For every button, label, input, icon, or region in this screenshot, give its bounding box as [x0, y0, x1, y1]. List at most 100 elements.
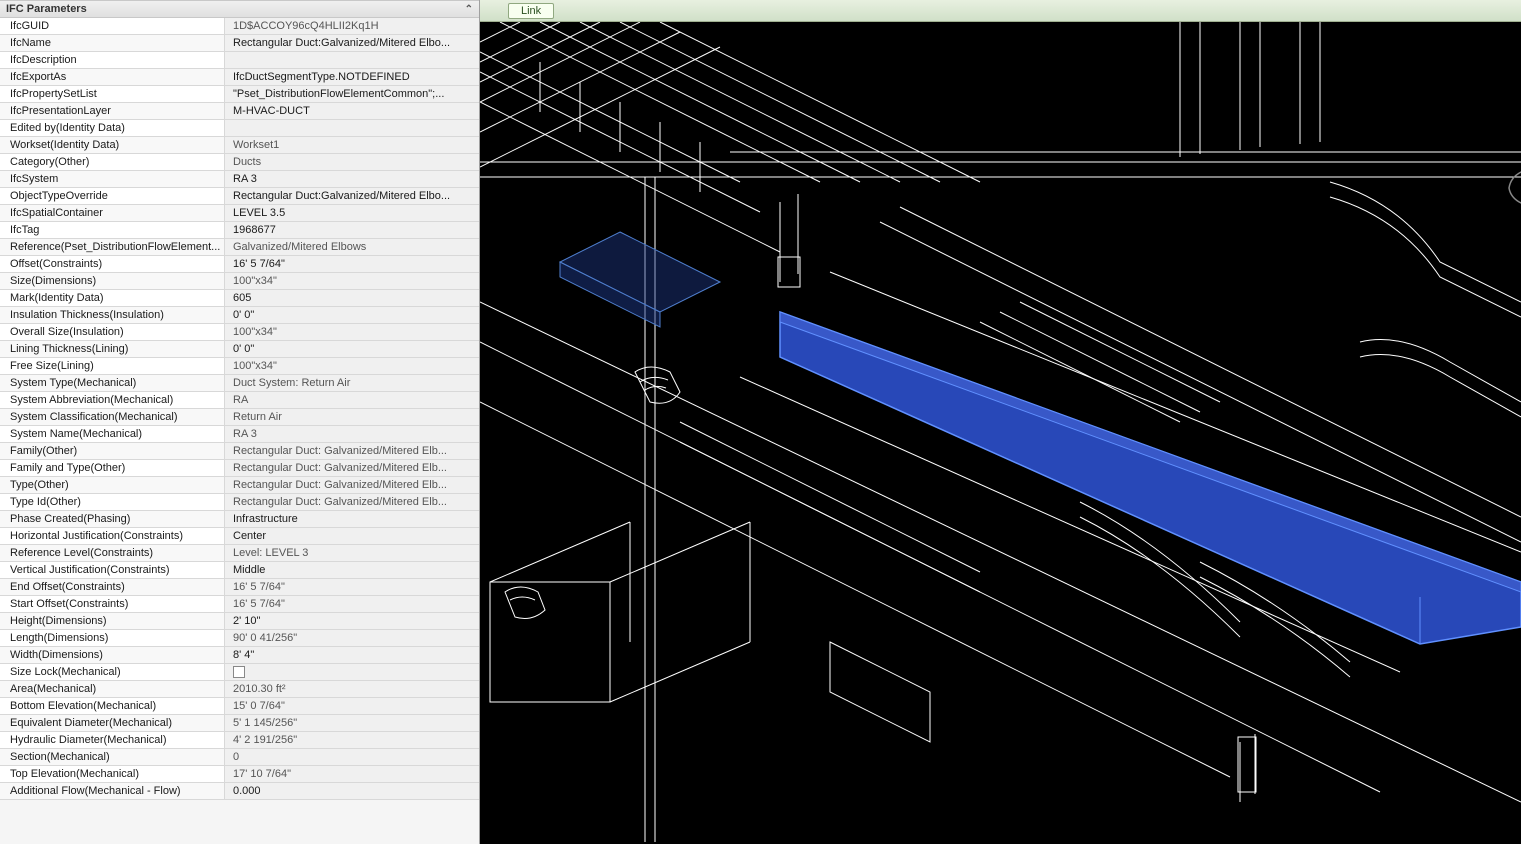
property-row[interactable]: Section(Mechanical)0 [0, 749, 479, 766]
property-row[interactable]: Size(Dimensions)100"x34" [0, 273, 479, 290]
property-value[interactable]: 605 [225, 290, 479, 306]
property-value[interactable]: M-HVAC-DUCT [225, 103, 479, 119]
property-name: Length(Dimensions) [0, 630, 225, 646]
property-row[interactable]: IfcTag1968677 [0, 222, 479, 239]
property-row[interactable]: Phase Created(Phasing)Infrastructure [0, 511, 479, 528]
property-name: Reference(Pset_DistributionFlowElement..… [0, 239, 225, 255]
property-value[interactable]: 0.000 [225, 783, 479, 799]
property-name: IfcSystem [0, 171, 225, 187]
property-value[interactable]: "Pset_DistributionFlowElementCommon";... [225, 86, 479, 102]
property-value: Level: LEVEL 3 [225, 545, 479, 561]
property-value[interactable]: Rectangular Duct:Galvanized/Mitered Elbo… [225, 35, 479, 51]
property-row[interactable]: Horizontal Justification(Constraints)Cen… [0, 528, 479, 545]
property-row[interactable]: ObjectTypeOverrideRectangular Duct:Galva… [0, 188, 479, 205]
property-row[interactable]: Equivalent Diameter(Mechanical)5' 1 145/… [0, 715, 479, 732]
collapse-icon[interactable]: ⌃ [465, 4, 473, 15]
property-value[interactable]: LEVEL 3.5 [225, 205, 479, 221]
property-row[interactable]: Type Id(Other)Rectangular Duct: Galvaniz… [0, 494, 479, 511]
property-row[interactable]: Type(Other)Rectangular Duct: Galvanized/… [0, 477, 479, 494]
property-value[interactable]: 8' 4" [225, 647, 479, 663]
property-name: Additional Flow(Mechanical - Flow) [0, 783, 225, 799]
property-value[interactable]: Infrastructure [225, 511, 479, 527]
property-name: Equivalent Diameter(Mechanical) [0, 715, 225, 731]
property-row[interactable]: Width(Dimensions)8' 4" [0, 647, 479, 664]
property-row[interactable]: Height(Dimensions)2' 10" [0, 613, 479, 630]
property-row[interactable]: Mark(Identity Data)605 [0, 290, 479, 307]
property-value[interactable]: 2' 10" [225, 613, 479, 629]
property-row[interactable]: IfcDescription [0, 52, 479, 69]
checkbox-icon[interactable] [233, 666, 245, 678]
property-row[interactable]: Family and Type(Other)Rectangular Duct: … [0, 460, 479, 477]
property-value[interactable] [225, 52, 479, 68]
property-value[interactable]: Rectangular Duct:Galvanized/Mitered Elbo… [225, 188, 479, 204]
property-row[interactable]: Reference Level(Constraints)Level: LEVEL… [0, 545, 479, 562]
property-row[interactable]: Offset(Constraints)16' 5 7/64" [0, 256, 479, 273]
property-name: Type Id(Other) [0, 494, 225, 510]
property-value[interactable]: 0' 0" [225, 307, 479, 323]
property-row[interactable]: Category(Other)Ducts [0, 154, 479, 171]
property-name: Family(Other) [0, 443, 225, 459]
property-row[interactable]: System Name(Mechanical)RA 3 [0, 426, 479, 443]
property-row[interactable]: Insulation Thickness(Insulation)0' 0" [0, 307, 479, 324]
property-value[interactable]: 0' 0" [225, 341, 479, 357]
property-row[interactable]: IfcPresentationLayerM-HVAC-DUCT [0, 103, 479, 120]
property-row[interactable]: Edited by(Identity Data) [0, 120, 479, 137]
property-value[interactable]: Middle [225, 562, 479, 578]
property-row[interactable]: Reference(Pset_DistributionFlowElement..… [0, 239, 479, 256]
property-row[interactable]: Hydraulic Diameter(Mechanical)4' 2 191/2… [0, 732, 479, 749]
property-row[interactable]: Overall Size(Insulation)100"x34" [0, 324, 479, 341]
property-name: Area(Mechanical) [0, 681, 225, 697]
property-row[interactable]: Size Lock(Mechanical) [0, 664, 479, 681]
property-row[interactable]: System Type(Mechanical)Duct System: Retu… [0, 375, 479, 392]
property-value: Rectangular Duct: Galvanized/Mitered Elb… [225, 494, 479, 510]
property-row[interactable]: Length(Dimensions)90' 0 41/256" [0, 630, 479, 647]
property-row[interactable]: IfcSpatialContainerLEVEL 3.5 [0, 205, 479, 222]
property-row[interactable]: Top Elevation(Mechanical)17' 10 7/64" [0, 766, 479, 783]
property-row[interactable]: Additional Flow(Mechanical - Flow)0.000 [0, 783, 479, 800]
property-row[interactable]: End Offset(Constraints)16' 5 7/64" [0, 579, 479, 596]
property-row[interactable]: IfcSystemRA 3 [0, 171, 479, 188]
property-row[interactable]: Start Offset(Constraints)16' 5 7/64" [0, 596, 479, 613]
property-row[interactable]: IfcGUID1D$ACCOY96cQ4HLII2Kq1H [0, 18, 479, 35]
property-row[interactable]: Family(Other)Rectangular Duct: Galvanize… [0, 443, 479, 460]
properties-panel: IFC Parameters ⌃ IfcGUID1D$ACCOY96cQ4HLI… [0, 0, 480, 844]
property-value: Duct System: Return Air [225, 375, 479, 391]
property-value[interactable]: 1968677 [225, 222, 479, 238]
property-list[interactable]: IfcGUID1D$ACCOY96cQ4HLII2Kq1HIfcNameRect… [0, 18, 479, 844]
property-row[interactable]: Vertical Justification(Constraints)Middl… [0, 562, 479, 579]
3d-viewport[interactable]: Link [480, 0, 1521, 844]
property-row[interactable]: Free Size(Lining)100"x34" [0, 358, 479, 375]
property-row[interactable]: System Abbreviation(Mechanical)RA [0, 392, 479, 409]
property-value: 5' 1 145/256" [225, 715, 479, 731]
view-cube[interactable] [1501, 160, 1521, 210]
property-value[interactable] [225, 664, 479, 680]
property-name: Size Lock(Mechanical) [0, 664, 225, 680]
property-value: Galvanized/Mitered Elbows [225, 239, 479, 255]
property-name: IfcTag [0, 222, 225, 238]
wireframe-view[interactable] [480, 22, 1521, 844]
property-value: RA 3 [225, 426, 479, 442]
property-value: 100"x34" [225, 358, 479, 374]
property-row[interactable]: IfcNameRectangular Duct:Galvanized/Miter… [0, 35, 479, 52]
ifc-parameters-header[interactable]: IFC Parameters ⌃ [0, 0, 479, 18]
property-name: Workset(Identity Data) [0, 137, 225, 153]
property-name: Free Size(Lining) [0, 358, 225, 374]
property-name: Edited by(Identity Data) [0, 120, 225, 136]
property-value: 16' 5 7/64" [225, 596, 479, 612]
property-name: Overall Size(Insulation) [0, 324, 225, 340]
property-row[interactable]: IfcExportAsIfcDuctSegmentType.NOTDEFINED [0, 69, 479, 86]
property-row[interactable]: Lining Thickness(Lining)0' 0" [0, 341, 479, 358]
property-name: Phase Created(Phasing) [0, 511, 225, 527]
property-row[interactable]: Bottom Elevation(Mechanical)15' 0 7/64" [0, 698, 479, 715]
property-value: 4' 2 191/256" [225, 732, 479, 748]
property-row[interactable]: Area(Mechanical)2010.30 ft² [0, 681, 479, 698]
property-value[interactable]: 16' 5 7/64" [225, 256, 479, 272]
link-button[interactable]: Link [508, 3, 554, 19]
property-value[interactable]: IfcDuctSegmentType.NOTDEFINED [225, 69, 479, 85]
property-row[interactable]: Workset(Identity Data)Workset1 [0, 137, 479, 154]
property-row[interactable]: IfcPropertySetList"Pset_DistributionFlow… [0, 86, 479, 103]
property-row[interactable]: System Classification(Mechanical)Return … [0, 409, 479, 426]
property-value: Workset1 [225, 137, 479, 153]
property-value[interactable]: Center [225, 528, 479, 544]
property-value[interactable]: RA 3 [225, 171, 479, 187]
